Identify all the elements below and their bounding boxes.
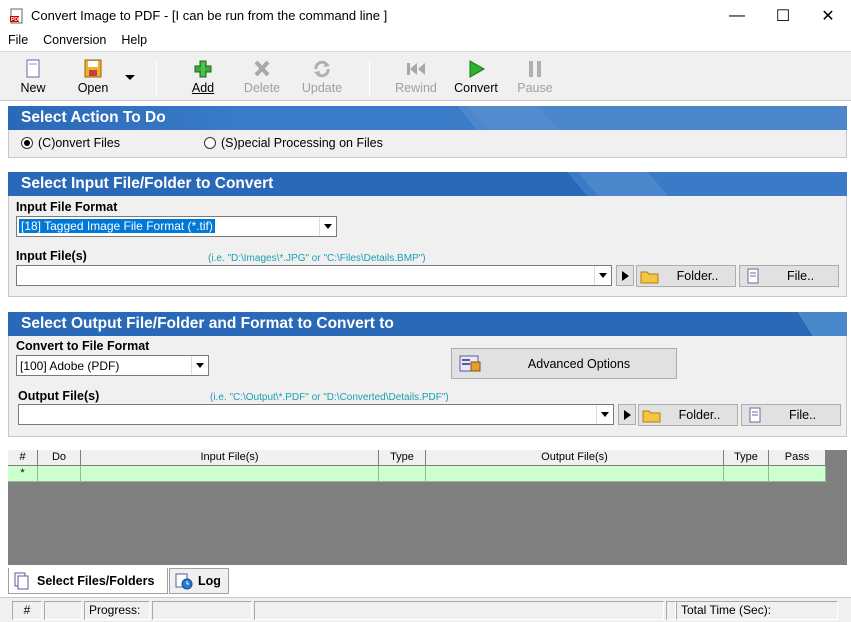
- output-files-combo[interactable]: [18, 404, 614, 425]
- status-message-cell: [254, 601, 664, 620]
- folder-icon: [640, 271, 659, 284]
- menu-conversion[interactable]: Conversion: [35, 31, 113, 51]
- play-icon: [469, 60, 486, 78]
- maximize-button[interactable]: ☐: [760, 0, 806, 31]
- status-number: #: [12, 601, 42, 620]
- grid-cell[interactable]: [81, 466, 379, 482]
- toolbar-separator: [369, 60, 370, 96]
- file-icon: [749, 407, 761, 423]
- special-processing-radio[interactable]: [204, 137, 216, 149]
- output-files-hint: (i.e. "C:\Output\*.PDF" or "D:\Converted…: [210, 392, 449, 403]
- add-button[interactable]: Add: [177, 56, 229, 100]
- convert-files-radio[interactable]: [21, 137, 33, 149]
- convert-button[interactable]: Convert: [450, 56, 502, 100]
- rewind-button[interactable]: Rewind: [390, 56, 442, 100]
- new-file-icon: [26, 59, 40, 78]
- folder-icon: [642, 410, 661, 423]
- grid-cell[interactable]: [426, 466, 724, 482]
- output-browse-arrow-button[interactable]: [618, 404, 636, 425]
- open-dropdown-arrow[interactable]: [124, 72, 136, 82]
- close-button[interactable]: ✕: [805, 0, 851, 31]
- log-clock-icon: [175, 573, 193, 590]
- pause-icon: [529, 61, 541, 77]
- action-section-title: Select Action To Do: [21, 109, 166, 126]
- tab-log[interactable]: Log: [169, 568, 229, 594]
- files-stack-icon: [14, 572, 29, 589]
- menu-file[interactable]: File: [0, 31, 35, 51]
- chevron-down-icon[interactable]: [596, 405, 613, 424]
- new-button[interactable]: New: [7, 56, 59, 100]
- status-bar: # Progress: Total Time (Sec):: [0, 597, 851, 622]
- status-progress-label: Progress:: [84, 601, 150, 620]
- chevron-down-icon[interactable]: [191, 356, 208, 375]
- chevron-down-icon[interactable]: [319, 217, 336, 236]
- status-spacer-cell: [666, 601, 676, 620]
- action-header: Select Action To Do: [8, 106, 847, 130]
- progress-bar: [152, 601, 252, 620]
- input-files-combo[interactable]: [16, 265, 612, 286]
- refresh-icon: [314, 60, 330, 78]
- grid-header-output-type[interactable]: Type: [724, 450, 769, 466]
- file-icon: [747, 268, 759, 284]
- menu-help[interactable]: Help: [113, 31, 154, 51]
- window-title: Convert Image to PDF - [I can be run fro…: [31, 8, 388, 23]
- settings-tools-icon: [459, 355, 481, 371]
- grid-cell[interactable]: [38, 466, 81, 482]
- input-format-label: Input File Format: [16, 200, 118, 214]
- plus-icon: [194, 60, 212, 78]
- grid-new-row-marker[interactable]: *: [8, 466, 38, 482]
- input-files-label: Input File(s): [16, 249, 87, 263]
- files-grid[interactable]: # Do Input File(s) Type Output File(s) T…: [8, 450, 847, 565]
- chevron-down-icon[interactable]: [594, 266, 611, 285]
- output-file-button[interactable]: File..: [741, 404, 841, 426]
- output-format-label: Convert to File Format: [16, 339, 150, 353]
- grid-header-number[interactable]: #: [8, 450, 38, 466]
- toolbar-separator: [156, 60, 157, 96]
- toolbar: New Open Add Delete Update Rewind Conver…: [0, 51, 851, 101]
- pause-button[interactable]: Pause: [509, 56, 561, 100]
- rewind-icon: [407, 63, 425, 75]
- output-header: Select Output File/Folder and Format to …: [8, 312, 847, 336]
- output-folder-button[interactable]: Folder..: [638, 404, 738, 426]
- app-pdf-icon: PDF: [10, 8, 23, 24]
- grid-header-pass[interactable]: Pass: [769, 450, 826, 466]
- menu-bar: File Conversion Help: [0, 31, 851, 51]
- output-format-select[interactable]: [100] Adobe (PDF): [16, 355, 209, 376]
- input-header: Select Input File/Folder to Convert: [8, 172, 847, 196]
- save-disk-icon: [84, 59, 102, 78]
- grid-header-input-files[interactable]: Input File(s): [81, 450, 379, 466]
- convert-files-label[interactable]: (C)onvert Files: [38, 136, 120, 150]
- update-button[interactable]: Update: [296, 56, 348, 100]
- input-section-title: Select Input File/Folder to Convert: [21, 175, 274, 192]
- grid-header-output-files[interactable]: Output File(s): [426, 450, 724, 466]
- input-format-select[interactable]: [18] Tagged Image File Format (*.tif): [16, 216, 337, 237]
- delete-x-icon: [254, 60, 270, 77]
- status-count-cell: [44, 601, 82, 620]
- advanced-options-button[interactable]: Advanced Options: [451, 348, 677, 379]
- grid-header-do[interactable]: Do: [38, 450, 81, 466]
- input-browse-arrow-button[interactable]: [616, 265, 634, 286]
- grid-header-input-type[interactable]: Type: [379, 450, 426, 466]
- grid-cell[interactable]: [769, 466, 826, 482]
- special-processing-label[interactable]: (S)pecial Processing on Files: [221, 136, 383, 150]
- tab-select-files-folders[interactable]: Select Files/Folders: [8, 568, 168, 594]
- minimize-button[interactable]: —: [714, 0, 760, 31]
- delete-button[interactable]: Delete: [236, 56, 288, 100]
- output-section-title: Select Output File/Folder and Format to …: [21, 315, 394, 332]
- input-file-button[interactable]: File..: [739, 265, 839, 287]
- grid-cell[interactable]: [724, 466, 769, 482]
- grid-cell[interactable]: [379, 466, 426, 482]
- chevron-down-icon: [125, 75, 135, 80]
- input-folder-button[interactable]: Folder..: [636, 265, 736, 287]
- output-files-label: Output File(s): [18, 389, 100, 403]
- svg-text:PDF: PDF: [11, 17, 21, 23]
- title-bar[interactable]: PDF Convert Image to PDF - [I can be run…: [0, 0, 851, 31]
- status-total-time: Total Time (Sec):: [676, 601, 838, 620]
- input-files-hint: (i.e. "D:\Images\*.JPG" or "C:\Files\Det…: [208, 253, 426, 264]
- open-button[interactable]: Open: [67, 56, 119, 100]
